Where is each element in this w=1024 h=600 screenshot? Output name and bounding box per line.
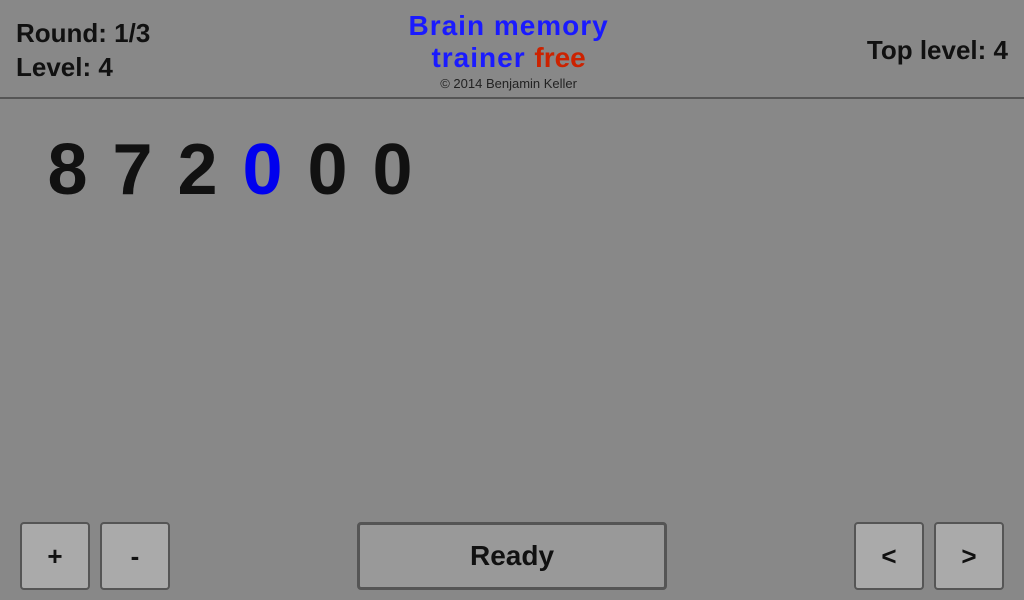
copyright-text: © 2014 Benjamin Keller bbox=[150, 76, 867, 91]
digit-3: 0 bbox=[235, 129, 290, 211]
level-label: Level: 4 bbox=[16, 51, 150, 85]
title-free: free bbox=[534, 42, 585, 73]
digit-0: 8 bbox=[40, 129, 95, 211]
title-text-2: trainer bbox=[431, 42, 534, 73]
main-area: 872000 bbox=[0, 99, 1024, 231]
prev-button[interactable]: < bbox=[854, 522, 924, 590]
left-controls: + - bbox=[20, 522, 170, 590]
digit-4: 0 bbox=[300, 129, 355, 211]
top-level-label: Top level: 4 bbox=[867, 35, 1008, 66]
number-display: 872000 bbox=[30, 129, 994, 211]
title-line: Brain memory bbox=[150, 10, 867, 42]
round-label: Round: 1/3 bbox=[16, 17, 150, 51]
digit-2: 2 bbox=[170, 129, 225, 211]
title-text-1: Brain memory bbox=[408, 10, 608, 41]
right-controls: < > bbox=[854, 522, 1004, 590]
round-level-info: Round: 1/3 Level: 4 bbox=[16, 17, 150, 85]
minus-button[interactable]: - bbox=[100, 522, 170, 590]
app-title: Brain memory trainer free © 2014 Benjami… bbox=[150, 10, 867, 91]
next-button[interactable]: > bbox=[934, 522, 1004, 590]
digit-5: 0 bbox=[365, 129, 420, 211]
ready-button[interactable]: Ready bbox=[357, 522, 667, 590]
bottom-bar: + - Ready < > bbox=[0, 512, 1024, 600]
digit-1: 7 bbox=[105, 129, 160, 211]
title-line-2: trainer free bbox=[150, 42, 867, 74]
app-header: Round: 1/3 Level: 4 Brain memory trainer… bbox=[0, 0, 1024, 99]
plus-button[interactable]: + bbox=[20, 522, 90, 590]
